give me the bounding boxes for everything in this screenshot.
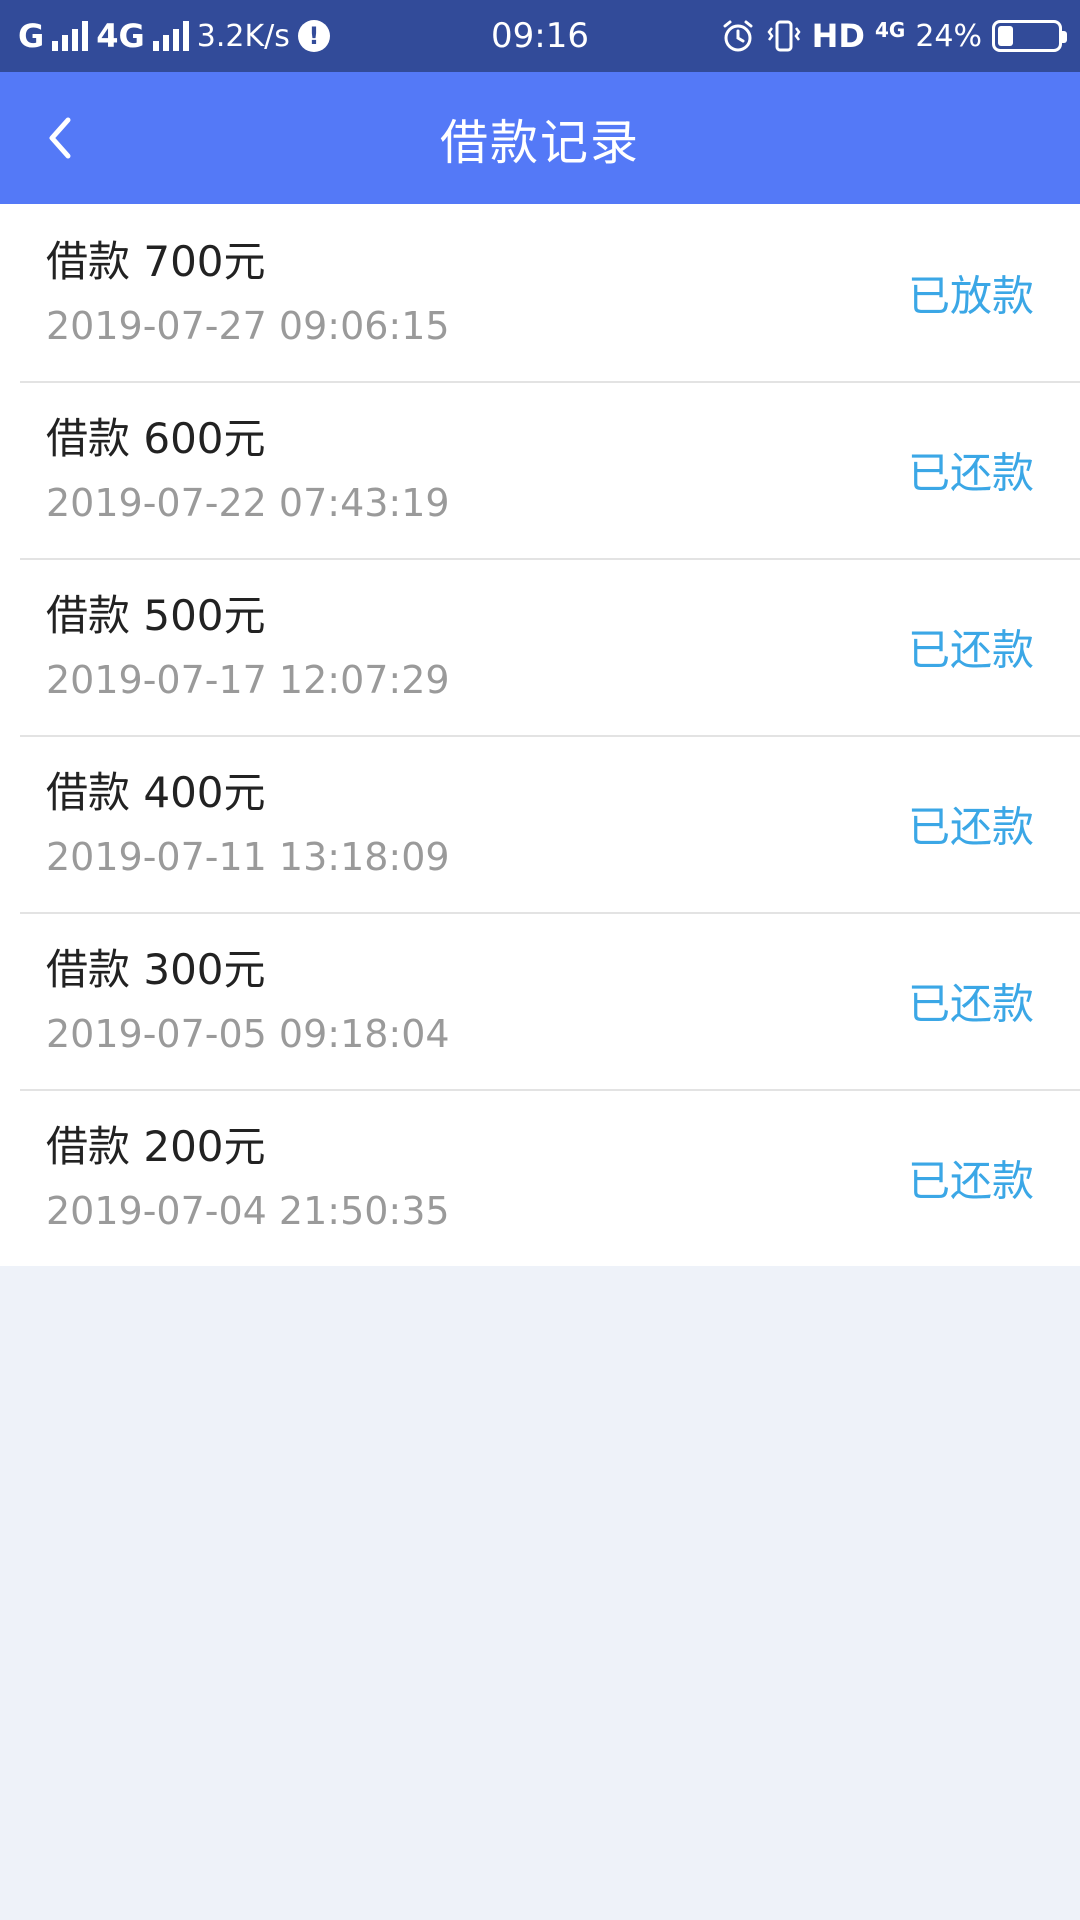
signal-icon [52,21,89,51]
record-status: 已还款 [907,802,1034,851]
header: 借款记录 [0,72,1080,204]
carrier-label: G [18,17,45,55]
loan-record-row[interactable]: 借款 600元 2019-07-22 07:43:19 已还款 [0,381,1080,558]
alert-icon: ! [297,20,330,52]
network-speed: 3.2K/s [196,18,290,54]
status-left: G 4G 3.2K/s ! [18,17,720,55]
loan-record-list: 借款 700元 2019-07-27 09:06:15 已放款 借款 600元 … [0,204,1080,1266]
record-status: 已还款 [907,625,1034,674]
page-title: 借款记录 [439,115,640,171]
chevron-left-icon [49,117,71,159]
loan-record-row[interactable]: 借款 700元 2019-07-27 09:06:15 已放款 [0,204,1080,381]
hd-label: HD [811,17,865,55]
status-bar: G 4G 3.2K/s ! 09:16 HD 4G 24% [0,0,1080,72]
vibrate-icon [767,20,801,52]
loan-record-row[interactable]: 借款 300元 2019-07-05 09:18:04 已还款 [0,912,1080,1089]
record-status: 已还款 [907,1156,1034,1205]
loan-record-row[interactable]: 借款 400元 2019-07-11 13:18:09 已还款 [0,735,1080,912]
loan-record-row[interactable]: 借款 500元 2019-07-17 12:07:29 已还款 [0,558,1080,735]
record-status: 已放款 [907,271,1034,320]
network-type-label: 4G [96,17,145,55]
status-right: HD 4G 24% [720,17,1067,55]
battery-fill [998,26,1014,46]
back-button[interactable] [28,106,92,170]
loan-record-row[interactable]: 借款 200元 2019-07-04 21:50:35 已还款 [0,1089,1080,1266]
signal-icon [152,21,189,51]
record-status: 已还款 [907,448,1034,497]
alarm-icon [723,20,753,52]
battery-icon [992,20,1067,52]
network-small-label: 4G [874,18,906,42]
battery-percent: 24% [915,18,982,54]
record-status: 已还款 [907,979,1034,1028]
